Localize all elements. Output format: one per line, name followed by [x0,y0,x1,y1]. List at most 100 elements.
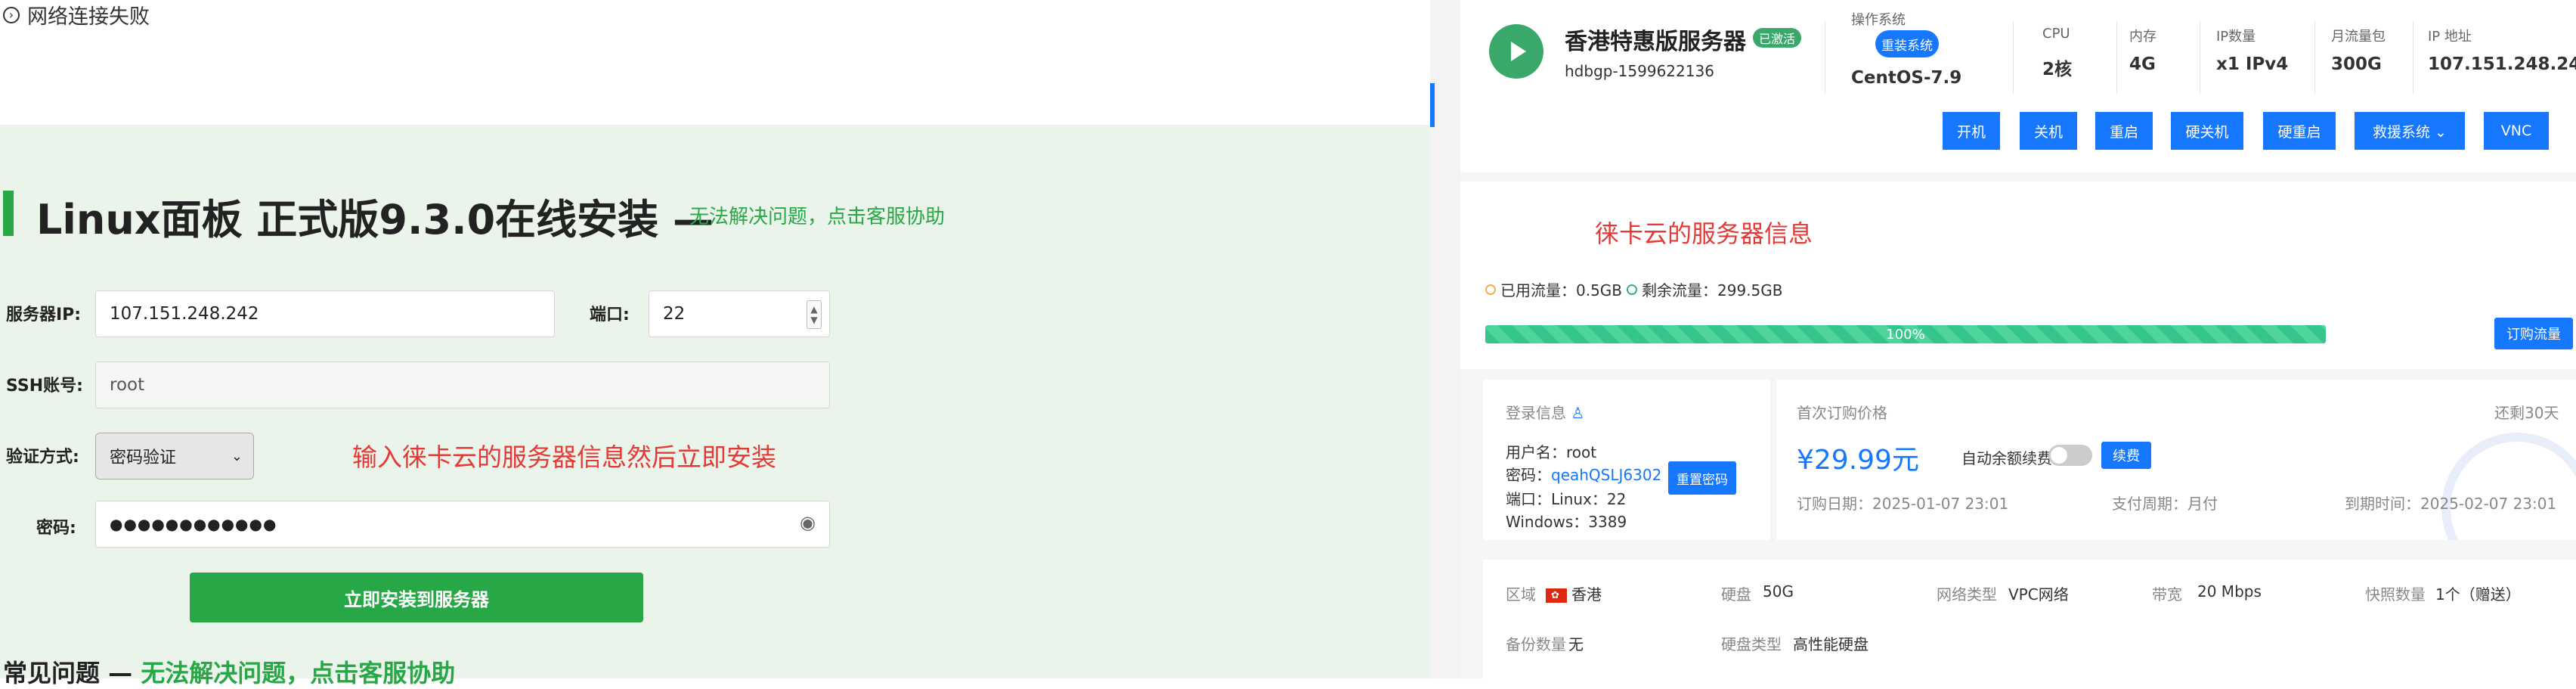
ssh-account-value: root [110,375,145,395]
server-ip-label: 服务器IP: [6,306,82,324]
password-value: ●●●●●●●●●●●● [110,515,277,533]
stepper-down-icon: ▼ [810,315,818,325]
server-details-card: 区域 香港 硬盘 50G 网络类型 VPC网络 带宽 20 Mbps 快照数量 … [1483,560,2576,678]
bandwidth-label: 带宽 [2152,585,2182,604]
backup-value: 无 [1568,635,1584,653]
used-traffic-dot-icon [1485,284,1496,295]
support-link[interactable]: 无法解决问题，点击客服协助 [689,201,945,229]
instruction-note: 输入徕卡云的服务器信息然后立即安装 [352,442,776,472]
install-button[interactable]: 立即安装到服务器 [190,573,643,622]
ip-address-value: 107.151.248.242 [2428,54,2576,74]
login-info-title: 登录信息 ♙ [1506,401,1584,423]
os-label: 操作系统 [1851,12,1906,28]
user-icon: ♙ [1571,404,1585,422]
ip-count-label: IP数量 [2216,29,2256,45]
server-info-panel: 香港特惠版服务器 已激活 hdbgp-1599622136 操作系统 重装系统 … [1460,0,2576,678]
power-off-button[interactable]: 关机 [2020,112,2077,150]
snapshot-label: 快照数量 [2365,585,2426,604]
password-row: 密码：qeahQSLJ6302 [1506,463,1661,485]
ip-address-label: IP 地址 [2428,29,2472,45]
traffic-card: 徕卡云的服务器信息 已用流量：0.5GB 剩余流量：299.5GB 100% 订… [1460,182,2576,369]
title-accent-bar [3,191,14,236]
restart-button[interactable]: 重启 [2095,112,2153,150]
stepper-up-icon: ▲ [810,304,818,315]
password-text[interactable]: qeahQSLJ6302 [1551,466,1661,484]
traffic-summary: 已用流量：0.5GB 剩余流量：299.5GB [1485,278,1783,300]
chevron-down-icon: ⌄ [231,448,243,464]
auto-renew-toggle[interactable] [2048,445,2092,466]
power-on-button[interactable]: 开机 [1943,112,2000,150]
network-type-value: VPC网络 [2008,585,2069,604]
page-title: Linux面板 正式版9.3.0在线安装 — [36,196,714,244]
password-row-label: 密码： [1506,466,1551,484]
eye-icon[interactable]: ◉ [800,512,816,533]
os-value: CentOS-7.9 [1851,68,1962,88]
watermark-logo [2441,433,2576,540]
disk-type-value: 高性能硬盘 [1793,635,1869,653]
auth-method-value: 密码验证 [110,448,177,467]
days-left: 还剩30天 [2494,404,2559,422]
active-indicator [1430,83,1435,127]
cpu-value: 2核 [2042,60,2073,79]
faq-support-link[interactable]: 无法解决问题，点击客服协助 [141,659,455,687]
port-input[interactable]: 22 ▲ ▼ [649,290,830,337]
port-label: 端口: [590,306,630,324]
auth-method-select[interactable]: 密码验证 ⌄ [95,433,254,480]
auth-method-label: 验证方式: [6,448,79,467]
order-card: 首次订购价格 还剩30天 ¥29.99元 自动余额续费 续费 订购日期：2025… [1776,380,2576,540]
network-type-label: 网络类型 [1937,585,1997,604]
rescue-system-dropdown[interactable]: 救援系统 ⌄ [2355,112,2465,150]
memory-label: 内存 [2129,29,2156,45]
disk-label: 硬盘 [1721,585,1751,604]
windows-port-info: Windows：3389 [1506,513,1627,531]
divider [2116,21,2117,94]
traffic-progress-fill: 100% [1485,325,2326,343]
hard-restart-button[interactable]: 硬重启 [2263,112,2336,150]
install-panel: › 网络连接失败 Linux面板 正式版9.3.0在线安装 — 无法解决问题，点… [0,0,1430,687]
chevron-right-icon: › [3,6,20,23]
ssh-account-input[interactable]: root [95,362,830,408]
server-ip-value: 107.151.248.242 [110,304,259,324]
traffic-pack-label: 月流量包 [2331,29,2386,45]
region-value: 香港 [1546,582,1602,604]
vnc-button[interactable]: VNC [2484,112,2549,150]
password-input[interactable]: ●●●●●●●●●●●● ◉ [95,501,830,548]
host-id: hdbgp-1599622136 [1565,62,1714,80]
snapshot-value: 1个（赠送） [2435,585,2521,604]
remaining-traffic: 剩余流量：299.5GB [1642,281,1783,299]
login-info-title-text: 登录信息 [1506,404,1566,422]
disk-type-label: 硬盘类型 [1721,635,1782,653]
port-info: 端口：Linux：22 [1506,490,1627,508]
region-value-text: 香港 [1571,585,1602,604]
status-badge: 已激活 [1753,28,1802,48]
price-value: ¥29.99元 [1797,445,1919,476]
server-name: 香港特惠版服务器 [1565,29,1746,55]
reset-password-button[interactable]: 重置密码 [1668,461,1736,495]
faq-heading: 常见问题 — 无法解决问题，点击客服协助 [3,654,455,689]
renew-button[interactable]: 续费 [2101,442,2151,469]
network-status-text: 网络连接失败 [27,5,150,29]
backup-label: 备份数量 [1506,635,1566,653]
ssh-label: SSH账号: [6,377,83,396]
reinstall-button[interactable]: 重装系统 [1875,30,1939,57]
play-icon[interactable] [1489,24,1543,79]
hong-kong-flag-icon [1546,588,1567,603]
password-label: 密码: [36,519,76,538]
remaining-traffic-dot-icon [1627,284,1638,295]
network-status: › 网络连接失败 [3,0,150,29]
panel-divider [1430,0,1460,678]
payment-cycle: 支付周期：月付 [2112,495,2218,513]
expire-date: 到期时间：2025-02-07 23:01 [2345,495,2557,513]
region-label: 区域 [1506,585,1536,604]
login-info-card: 登录信息 ♙ 用户名：root 密码：qeahQSLJ6302 重置密码 端口：… [1483,380,1770,540]
hard-shutdown-button[interactable]: 硬关机 [2171,112,2243,150]
port-value: 22 [663,304,686,324]
port-stepper[interactable]: ▲ ▼ [807,300,822,329]
order-date: 订购日期：2025-01-07 23:01 [1797,495,2009,513]
auto-renew-label: 自动余额续费 [1961,449,2052,467]
ip-count-value: x1 IPv4 [2216,54,2289,74]
buy-traffic-button[interactable]: 订购流量 [2494,318,2573,349]
memory-value: 4G [2129,54,2156,74]
username: 用户名：root [1506,443,1597,461]
server-ip-input[interactable]: 107.151.248.242 [95,290,555,337]
